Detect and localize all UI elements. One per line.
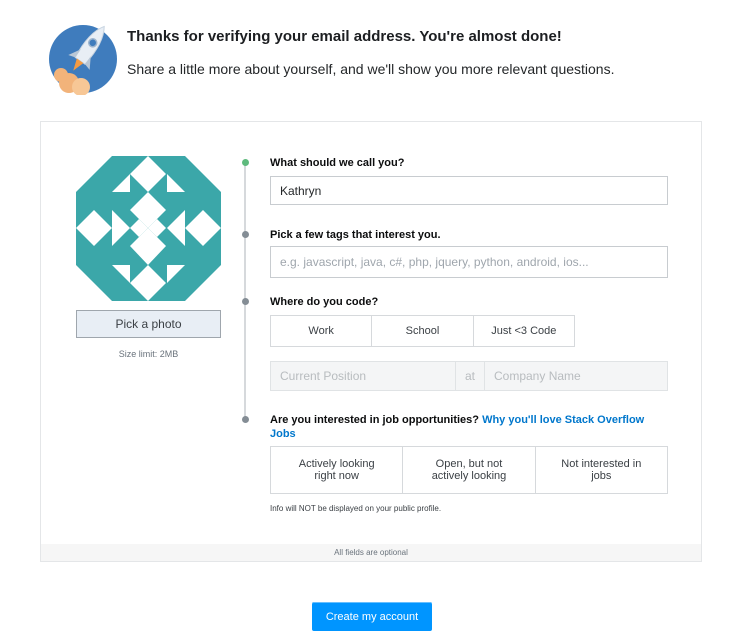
progress-timeline [244,163,246,422]
name-label: What should we call you? [270,157,405,169]
page-title: Thanks for verifying your email address.… [127,28,562,45]
rocket-icon [47,17,119,96]
jobs-label: Are you interested in job opportunities?… [270,413,670,441]
company-name-input[interactable]: Company Name [484,361,668,391]
name-input[interactable]: Kathryn [270,176,668,205]
create-account-button[interactable]: Create my account [312,602,432,631]
privacy-note: Info will NOT be displayed on your publi… [270,504,442,513]
current-position-input[interactable]: Current Position [270,361,456,391]
code-option-work[interactable]: Work [271,316,373,346]
code-option-school[interactable]: School [372,316,474,346]
job-option-not-interested[interactable]: Not interested in jobs [536,447,667,493]
jobs-question: Are you interested in job opportunities? [270,414,480,426]
tags-label: Pick a few tags that interest you. [270,229,441,241]
timeline-dot-tags [242,231,249,238]
size-limit-note: Size limit: 2MB [118,349,179,359]
timeline-dot-name [242,159,249,166]
job-interest-selector: Actively looking right now Open, but not… [270,446,668,494]
code-option-just-code[interactable]: Just <3 Code [474,316,574,346]
timeline-dot-code [242,298,249,305]
code-location-selector: Work School Just <3 Code [270,315,575,347]
card-footer: All fields are optional [41,544,701,561]
timeline-dot-jobs [242,416,249,423]
page-subtitle: Share a little more about yourself, and … [127,61,615,77]
at-separator: at [456,361,484,391]
job-option-actively-looking[interactable]: Actively looking right now [271,447,404,493]
tags-input[interactable]: e.g. javascript, java, c#, php, jquery, … [270,246,668,278]
code-label: Where do you code? [270,296,379,308]
avatar [76,156,221,301]
job-option-open[interactable]: Open, but not actively looking [403,447,536,493]
pick-photo-button[interactable]: Pick a photo [76,310,221,338]
